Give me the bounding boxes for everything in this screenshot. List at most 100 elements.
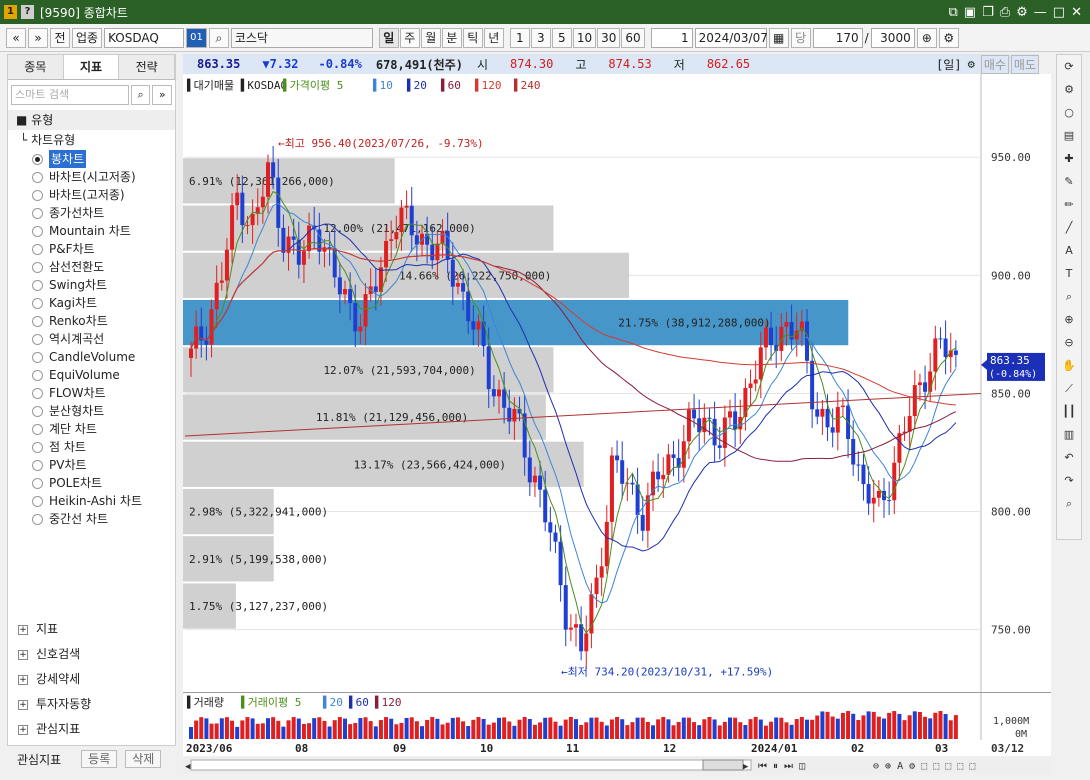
zoom-setting-icon[interactable]: ⊕ — [916, 27, 937, 48]
search-icon[interactable]: ⌕ — [130, 85, 151, 105]
section-indicator[interactable]: + 지표 — [8, 617, 175, 642]
prev-button[interactable]: « — [6, 27, 26, 48]
chart-type-item[interactable]: 바차트(고저종) — [8, 186, 175, 204]
radio-icon[interactable] — [32, 153, 43, 165]
tab-indicators[interactable]: 지표 — [63, 55, 120, 79]
chart-type-item[interactable]: FLOW차트 — [8, 384, 175, 402]
undo-icon[interactable]: ↶ — [1058, 447, 1080, 469]
hand-icon[interactable]: ✋ — [1058, 355, 1080, 377]
chart-type-group[interactable]: └ 차트유형 — [8, 130, 175, 150]
delete-button[interactable]: 삭제 — [125, 750, 162, 768]
section-strength[interactable]: + 강세약세 — [8, 667, 175, 692]
interval-60[interactable]: 60 — [621, 27, 645, 48]
line-icon[interactable]: ╱ — [1058, 217, 1080, 239]
radio-icon[interactable] — [32, 315, 43, 327]
grid-icon[interactable]: ▥ — [1058, 424, 1080, 446]
chart-type-item[interactable]: 종가선차트 — [8, 204, 175, 222]
period-year[interactable]: 년 — [483, 27, 504, 48]
radio-icon[interactable] — [32, 243, 43, 255]
radio-icon[interactable] — [32, 387, 43, 399]
redo-icon[interactable]: ↷ — [1058, 470, 1080, 492]
radio-icon[interactable] — [32, 225, 43, 237]
code-badge[interactable]: 01 — [186, 27, 207, 48]
sector-button[interactable]: 업종 — [72, 27, 103, 48]
period-count-select[interactable]: 1 — [650, 27, 693, 48]
chart-type-item[interactable]: 삼선전환도 — [8, 258, 175, 276]
crosshair-icon[interactable]: ✚ — [1058, 148, 1080, 170]
radio-icon[interactable] — [32, 297, 43, 309]
radio-icon[interactable] — [32, 333, 43, 345]
radio-icon[interactable] — [32, 495, 43, 507]
app-number-icon[interactable]: 1 — [4, 5, 17, 19]
radio-icon[interactable] — [32, 207, 43, 219]
stock-name-field[interactable]: 코스닥 — [230, 27, 373, 48]
print-icon[interactable]: ⎙ — [1000, 5, 1010, 20]
quote-gear-icon[interactable]: ⚙ — [968, 57, 975, 71]
chart-icon[interactable]: ▤ — [1058, 125, 1080, 147]
smart-search-input[interactable]: 스마트 검색 — [11, 85, 129, 105]
radio-icon[interactable] — [32, 189, 43, 201]
text-icon[interactable]: T — [1058, 263, 1080, 285]
chart-type-item[interactable]: CandleVolume — [8, 348, 175, 366]
chart-type-item[interactable]: 중간선 차트 — [8, 510, 175, 528]
refresh-icon[interactable]: ⟳ — [1058, 56, 1080, 78]
chart-type-item[interactable]: POLE차트 — [8, 474, 175, 492]
chart-type-item[interactable]: 계단 차트 — [8, 420, 175, 438]
pencil-icon[interactable]: ✎ — [1058, 171, 1080, 193]
section-signal-search[interactable]: + 신호검색 — [8, 642, 175, 667]
sector-code-select[interactable]: KOSDAQ — [104, 27, 185, 48]
interval-5[interactable]: 5 — [551, 27, 572, 48]
zigzag-icon[interactable]: ⟋ — [1058, 378, 1080, 400]
toolbar-gear-icon[interactable]: ⚙ — [938, 27, 959, 48]
chart-type-item[interactable]: Kagi차트 — [8, 294, 175, 312]
radio-icon[interactable] — [32, 441, 43, 453]
chart-type-item[interactable]: Renko차트 — [8, 312, 175, 330]
sell-button[interactable]: 매도 — [1010, 54, 1039, 74]
bars-icon[interactable]: ┃┃ — [1058, 401, 1080, 423]
radio-icon[interactable] — [32, 171, 43, 183]
date-input[interactable]: 2024/03/07 — [694, 27, 768, 48]
type-section[interactable]: ■ 유형 — [8, 110, 175, 130]
chart-type-item[interactable]: 분산형차트 — [8, 402, 175, 420]
chart-type-item[interactable]: EquiVolume — [8, 366, 175, 384]
interval-1[interactable]: 1 — [509, 27, 530, 48]
total-input[interactable]: 3000 — [870, 27, 915, 48]
circle-icon[interactable]: ○ — [1058, 102, 1080, 124]
chart-type-item[interactable]: Mountain 차트 — [8, 222, 175, 240]
search-icon[interactable]: ⌕ — [208, 27, 229, 48]
period-day[interactable]: 일 — [378, 27, 399, 48]
auto-icon[interactable]: A — [1058, 240, 1080, 262]
chart-type-item[interactable]: 바차트(시고저종) — [8, 168, 175, 186]
tab-strategy[interactable]: 전략 — [119, 55, 176, 79]
chart-type-item[interactable]: 역시계곡선 — [8, 330, 175, 348]
section-investor[interactable]: + 투자자동향 — [8, 692, 175, 717]
tab-stocks[interactable]: 종목 — [8, 55, 64, 79]
radio-icon[interactable] — [32, 477, 43, 489]
count-input[interactable]: 170 — [812, 27, 863, 48]
calendar-icon[interactable]: ▦ — [768, 27, 789, 48]
buy-button[interactable]: 매수 — [980, 54, 1009, 74]
section-favorites[interactable]: + 관심지표 — [8, 717, 175, 742]
price-chart[interactable]: 950.00 900.00 850.00 800.00 750.00 6.91% (12,… — [183, 74, 1051, 692]
chart-type-item[interactable]: P&F차트 — [8, 240, 175, 258]
chart-type-item[interactable]: 점 차트 — [8, 438, 175, 456]
radio-icon[interactable] — [32, 423, 43, 435]
save-icon[interactable]: ▣ — [964, 5, 976, 20]
zoom-in-icon[interactable]: ⊕ — [1058, 309, 1080, 331]
gear-icon[interactable]: ⚙ — [1058, 79, 1080, 101]
chart-type-item[interactable]: Swing차트 — [8, 276, 175, 294]
radio-icon[interactable] — [32, 405, 43, 417]
maximize-icon[interactable]: □ — [1053, 5, 1065, 20]
period-tick[interactable]: 틱 — [462, 27, 483, 48]
collapse-icon[interactable]: » — [152, 85, 172, 105]
radio-icon[interactable] — [32, 351, 43, 363]
radio-icon[interactable] — [32, 369, 43, 381]
minimize-icon[interactable]: — — [1034, 5, 1047, 20]
link-icon[interactable]: ⧉ — [948, 5, 957, 20]
zoom-out-icon[interactable]: ⊖ — [1058, 332, 1080, 354]
radio-icon[interactable] — [32, 459, 43, 471]
settings-icon[interactable]: ⚙ — [1016, 5, 1028, 20]
close-icon[interactable]: ✕ — [1071, 5, 1082, 20]
radio-icon[interactable] — [32, 513, 43, 525]
chart-type-item[interactable]: Heikin-Ashi 차트 — [8, 492, 175, 510]
